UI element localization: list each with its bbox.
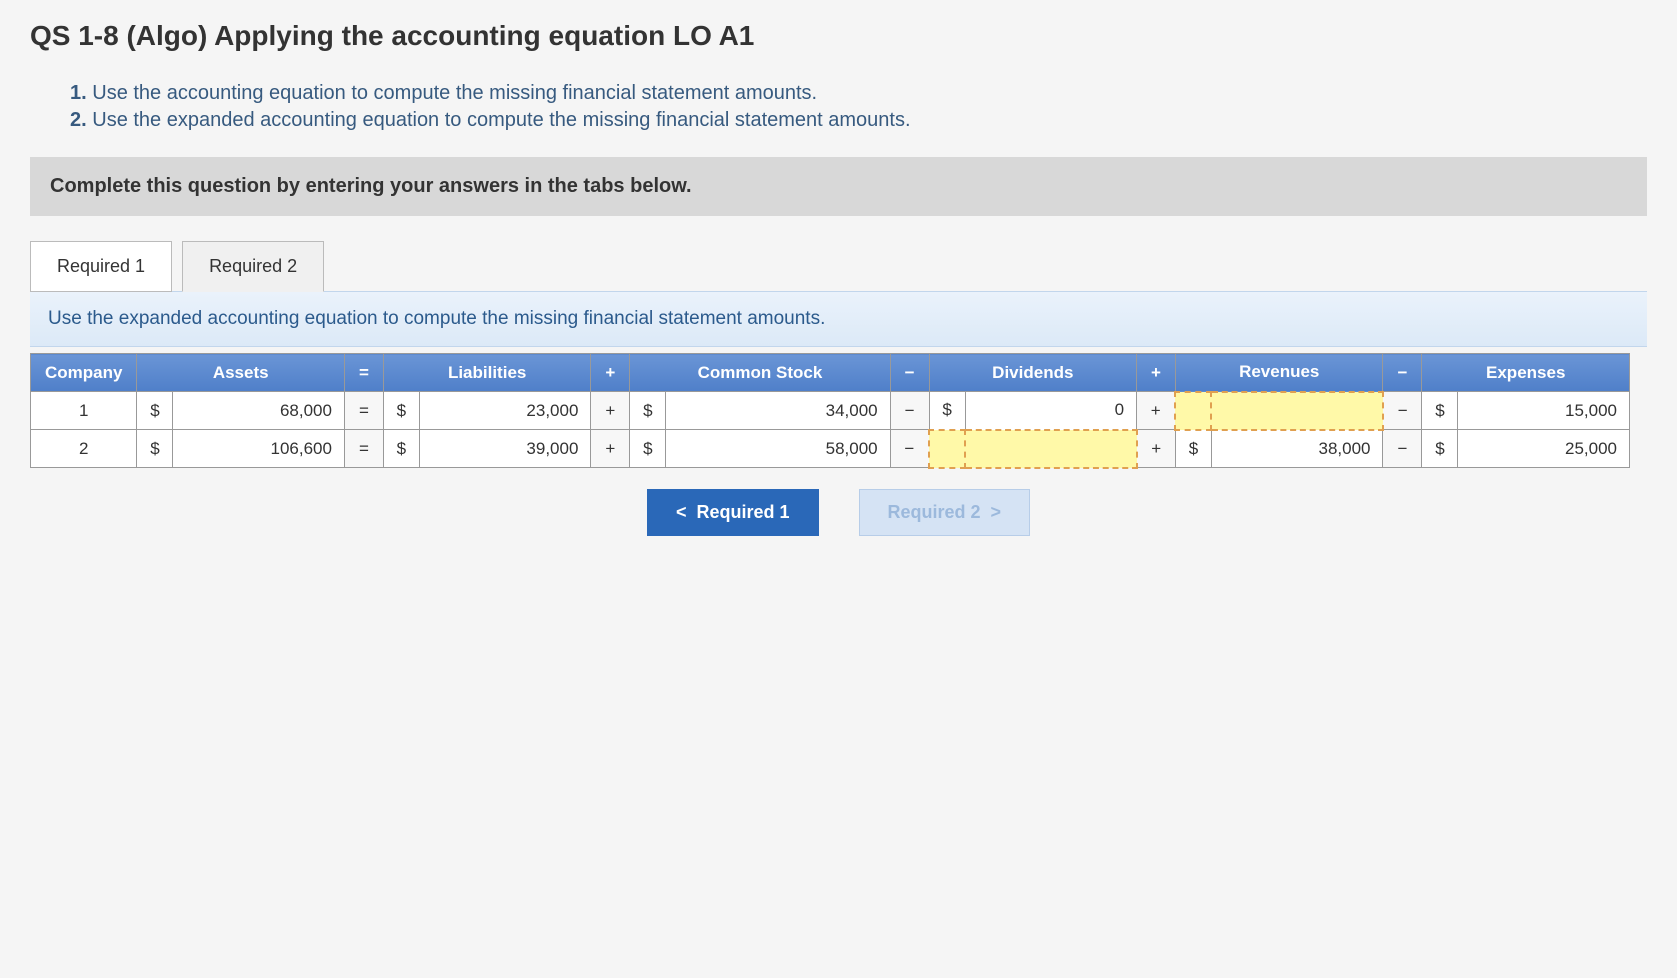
col-company: Company <box>31 354 137 392</box>
col-dividends: Dividends <box>929 354 1137 392</box>
cell-op-plus1-2: + <box>591 430 630 468</box>
cell-exp-currency-2: $ <box>1422 430 1458 468</box>
tab-required-1[interactable]: Required 1 <box>30 241 172 292</box>
col-expenses: Expenses <box>1422 354 1630 392</box>
equation-table-wrap: Company Assets = Liabilities + Common St… <box>30 353 1647 469</box>
instructions-list: 1. Use the accounting equation to comput… <box>30 82 1647 132</box>
cell-company-1: 1 <box>31 392 137 430</box>
cell-rev-currency-1 <box>1175 392 1211 430</box>
table-header-row: Company Assets = Liabilities + Common St… <box>31 354 1630 392</box>
col-liabilities: Liabilities <box>383 354 591 392</box>
col-common-stock: Common Stock <box>630 354 890 392</box>
col-op-minus1: − <box>890 354 929 392</box>
cell-assets-1[interactable]: 68,000 <box>173 392 345 430</box>
cell-op-eq-1: = <box>344 392 383 430</box>
cell-liab-currency-2: $ <box>383 430 419 468</box>
col-assets: Assets <box>137 354 345 392</box>
nav-buttons-row: < Required 1 Required 2 > <box>30 489 1647 536</box>
instruction-text-1: Use the accounting equation to compute t… <box>92 82 817 104</box>
cell-company-2: 2 <box>31 430 137 468</box>
cell-op-minus2-1: − <box>1383 392 1422 430</box>
cell-dividends-2-missing[interactable] <box>965 430 1137 468</box>
page-title: QS 1-8 (Algo) Applying the accounting eq… <box>30 20 1647 52</box>
cell-assets-currency-2: $ <box>137 430 173 468</box>
cell-rev-currency-2: $ <box>1175 430 1211 468</box>
cell-op-plus1-1: + <box>591 392 630 430</box>
tab-description: Use the expanded accounting equation to … <box>30 291 1647 347</box>
chevron-left-icon: < <box>676 502 687 523</box>
cell-revenues-1-missing[interactable] <box>1211 392 1383 430</box>
cell-dividends-1[interactable]: 0 <box>965 392 1137 430</box>
equation-table: Company Assets = Liabilities + Common St… <box>30 353 1630 469</box>
complete-instruction-bar: Complete this question by entering your … <box>30 157 1647 216</box>
cell-op-minus2-2: − <box>1383 430 1422 468</box>
cell-assets-2[interactable]: 106,600 <box>173 430 345 468</box>
col-op-plus1: + <box>591 354 630 392</box>
instruction-2: 2. Use the expanded accounting equation … <box>70 109 1647 132</box>
cell-cs-currency-2: $ <box>630 430 666 468</box>
cell-liabilities-2[interactable]: 39,000 <box>419 430 591 468</box>
cell-op-plus2-1: + <box>1137 392 1176 430</box>
cell-expenses-1[interactable]: 15,000 <box>1458 392 1630 430</box>
col-op-minus2: − <box>1383 354 1422 392</box>
next-button-label: Required 2 <box>888 502 981 523</box>
prev-button[interactable]: < Required 1 <box>647 489 819 536</box>
cell-op-eq-2: = <box>344 430 383 468</box>
cell-div-currency-1: $ <box>929 392 965 430</box>
col-revenues: Revenues <box>1175 354 1383 392</box>
cell-op-plus2-2: + <box>1137 430 1176 468</box>
cell-liabilities-1[interactable]: 23,000 <box>419 392 591 430</box>
chevron-right-icon: > <box>991 502 1002 523</box>
cell-cs-currency-1: $ <box>630 392 666 430</box>
cell-op-minus1-1: − <box>890 392 929 430</box>
col-op-eq: = <box>344 354 383 392</box>
cell-exp-currency-1: $ <box>1422 392 1458 430</box>
instruction-1: 1. Use the accounting equation to comput… <box>70 82 1647 105</box>
cell-common-stock-1[interactable]: 34,000 <box>666 392 890 430</box>
cell-div-currency-2 <box>929 430 965 468</box>
cell-expenses-2[interactable]: 25,000 <box>1458 430 1630 468</box>
tab-required-2[interactable]: Required 2 <box>182 241 324 292</box>
col-op-plus2: + <box>1137 354 1176 392</box>
next-button[interactable]: Required 2 > <box>859 489 1031 536</box>
cell-assets-currency-1: $ <box>137 392 173 430</box>
tabs-row: Required 1 Required 2 <box>30 241 1647 292</box>
tabs-container: Required 1 Required 2 Use the expanded a… <box>30 241 1647 347</box>
prev-button-label: Required 1 <box>696 502 789 523</box>
cell-revenues-2[interactable]: 38,000 <box>1211 430 1383 468</box>
cell-liab-currency-1: $ <box>383 392 419 430</box>
instruction-num-2: 2. <box>70 109 87 131</box>
instruction-num-1: 1. <box>70 82 87 104</box>
instruction-text-2: Use the expanded accounting equation to … <box>92 109 910 131</box>
cell-common-stock-2[interactable]: 58,000 <box>666 430 890 468</box>
table-row: 1 $ 68,000 = $ 23,000 + $ 34,000 − $ 0 +… <box>31 392 1630 430</box>
cell-op-minus1-2: − <box>890 430 929 468</box>
table-row: 2 $ 106,600 = $ 39,000 + $ 58,000 − + $ … <box>31 430 1630 468</box>
